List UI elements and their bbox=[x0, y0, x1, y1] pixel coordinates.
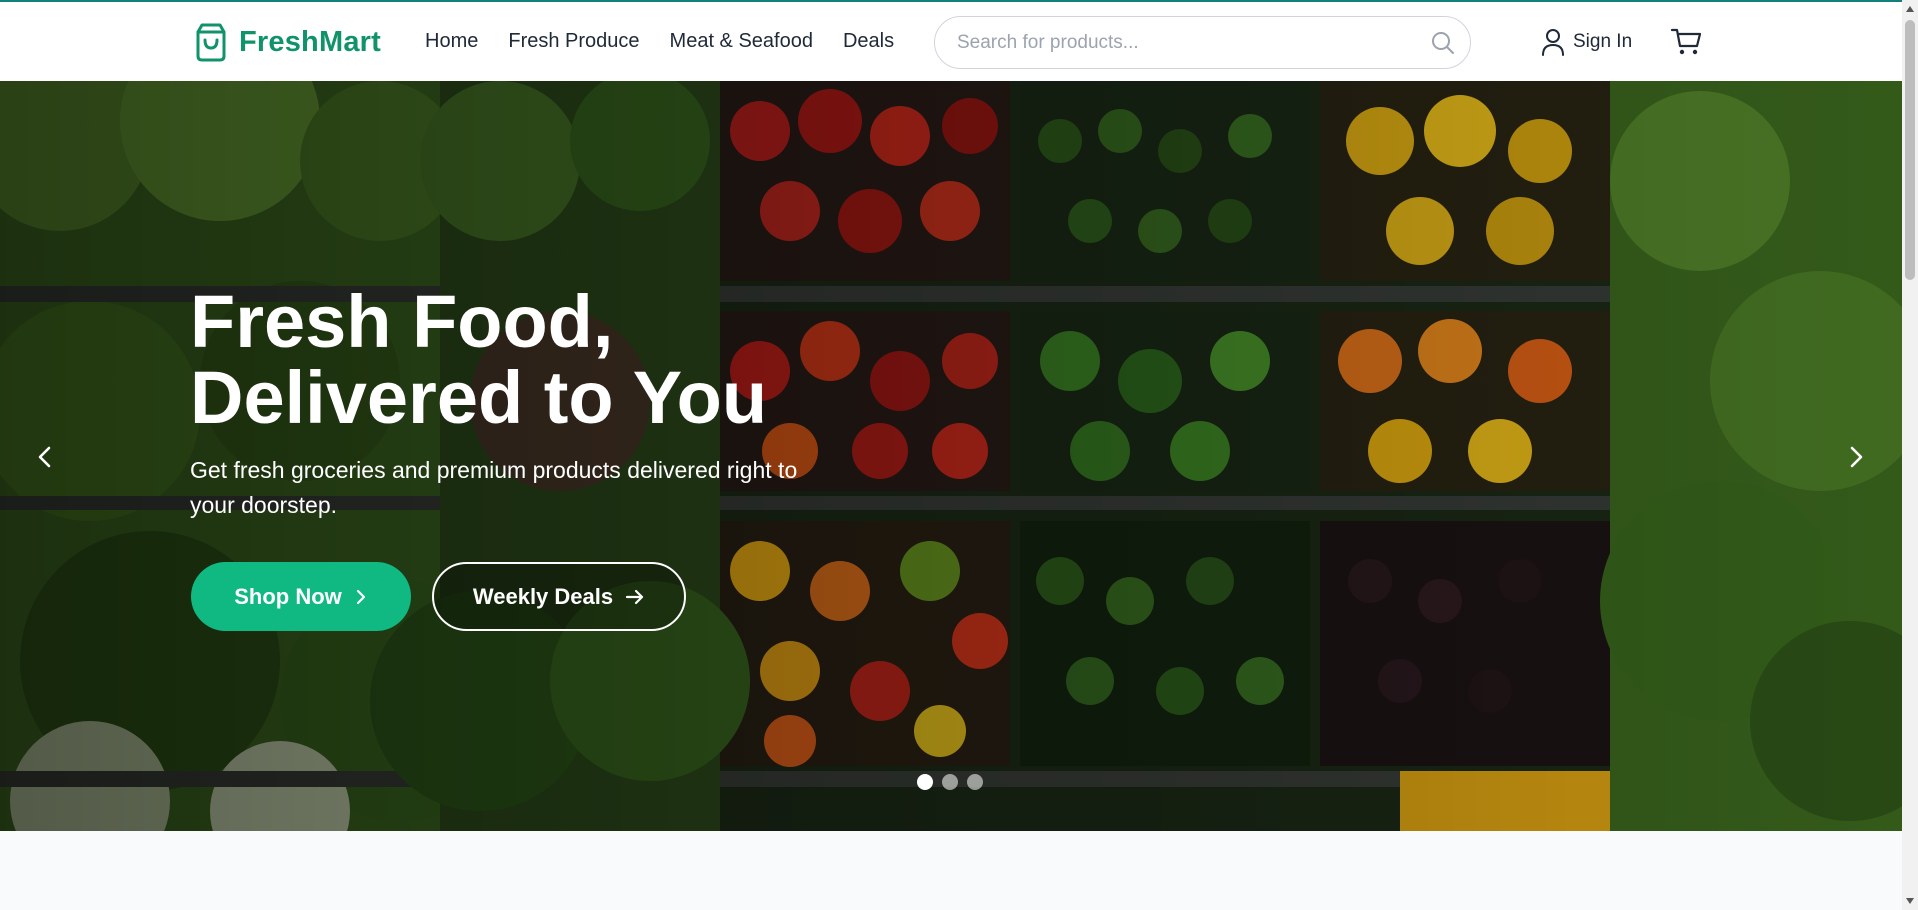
search-input[interactable] bbox=[955, 29, 1415, 57]
carousel-dot-1[interactable] bbox=[917, 774, 933, 790]
weekly-deals-label: Weekly Deals bbox=[472, 583, 614, 609]
brand-name: FreshMart bbox=[239, 25, 381, 58]
main-nav: Home Fresh Produce Meat & Seafood Deals bbox=[425, 30, 894, 53]
carousel-dot-2[interactable] bbox=[942, 774, 958, 790]
nav-item-meat-seafood[interactable]: Meat & Seafood bbox=[670, 30, 813, 53]
nav-item-home[interactable]: Home bbox=[425, 30, 478, 53]
weekly-deals-button[interactable]: Weekly Deals bbox=[432, 562, 686, 631]
hero-title: Fresh Food, Delivered to You bbox=[190, 284, 890, 436]
shopping-bag-icon bbox=[196, 23, 226, 62]
shop-now-button[interactable]: Shop Now bbox=[191, 562, 411, 631]
shop-now-label: Shop Now bbox=[234, 583, 342, 609]
carousel-dot-3[interactable] bbox=[967, 774, 983, 790]
carousel-prev-icon[interactable] bbox=[27, 439, 63, 475]
hero-carousel: Fresh Food, Delivered to You Get fresh g… bbox=[0, 81, 1902, 831]
chevron-right-icon bbox=[356, 589, 365, 604]
page-scrollbar[interactable] bbox=[1902, 0, 1918, 910]
site-header: FreshMart Home Fresh Produce Meat & Seaf… bbox=[0, 0, 1902, 81]
user-icon bbox=[1542, 29, 1564, 56]
scroll-up-icon[interactable] bbox=[1906, 6, 1914, 12]
sign-in-button[interactable]: Sign In bbox=[1541, 28, 1632, 56]
scrollbar-thumb[interactable] bbox=[1905, 20, 1915, 280]
search-bar bbox=[934, 16, 1471, 69]
hero-subtitle: Get fresh groceries and premium products… bbox=[190, 457, 798, 518]
hero-title-line-1: Fresh Food, bbox=[190, 280, 614, 363]
sign-in-label: Sign In bbox=[1573, 31, 1633, 52]
search-icon[interactable] bbox=[1430, 30, 1456, 56]
nav-item-deals[interactable]: Deals bbox=[843, 30, 894, 53]
cart-icon[interactable] bbox=[1670, 26, 1702, 58]
carousel-next-icon[interactable] bbox=[1838, 439, 1874, 475]
hero-title-line-2: Delivered to You bbox=[190, 356, 768, 439]
carousel-indicators bbox=[917, 774, 983, 790]
scroll-down-icon[interactable] bbox=[1906, 898, 1914, 904]
arrow-right-icon bbox=[626, 589, 644, 604]
nav-item-fresh-produce[interactable]: Fresh Produce bbox=[508, 30, 639, 53]
brand-logo[interactable]: FreshMart bbox=[193, 22, 381, 62]
